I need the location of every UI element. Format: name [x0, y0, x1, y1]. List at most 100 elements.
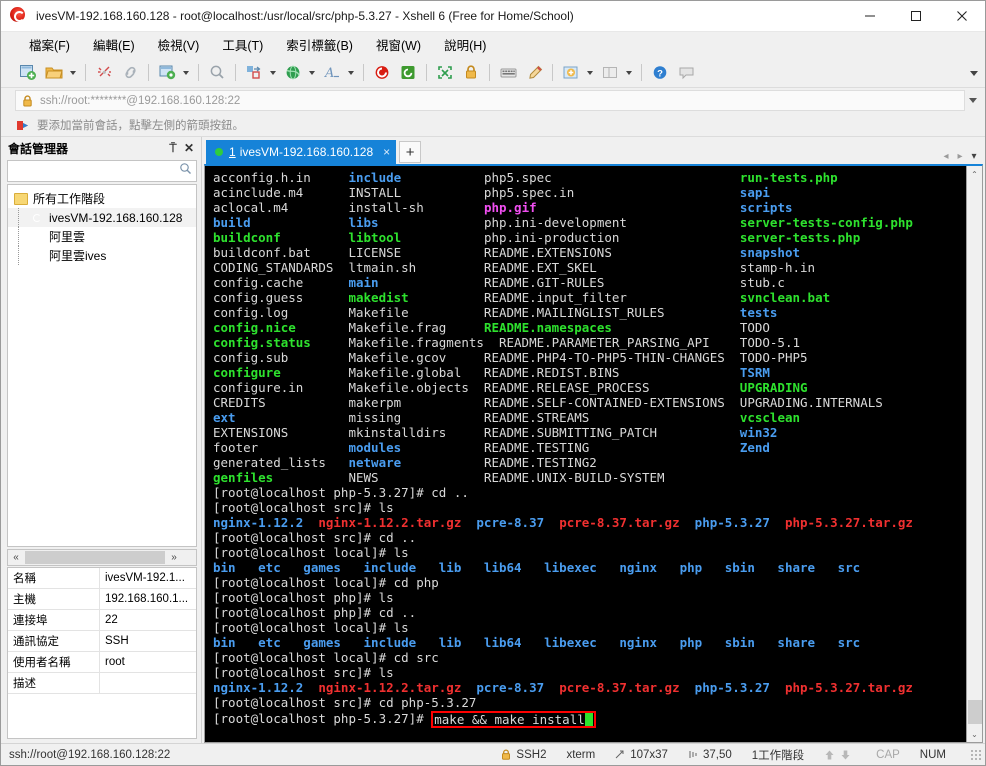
terminal-line: nginx-1.12.2 nginx-1.12.2.tar.gz pcre-8.… — [213, 515, 966, 530]
terminal-line: bin etc games include lib lib64 libexec … — [213, 560, 966, 575]
terminal-span: README.TESTING — [483, 440, 740, 455]
session-properties-icon[interactable] — [155, 61, 179, 85]
toolbar-separator — [426, 64, 427, 81]
session-search-input[interactable] — [7, 160, 197, 182]
toolbar-overflow-icon[interactable] — [967, 58, 981, 88]
sidebar-item-ivesvm[interactable]: ivesVM-192.168.160.128 — [8, 208, 196, 227]
session-tree[interactable]: 所有工作階段 ivesVM-192.168.160.128 阿里雲 阿里雲ive… — [7, 184, 197, 547]
terminal-span: nginx-1.12.2.tar.gz — [318, 515, 477, 530]
lock-icon — [22, 94, 33, 107]
keyboard-icon[interactable] — [496, 61, 520, 85]
terminal-command: make && make install — [434, 712, 585, 727]
link-icon[interactable] — [118, 61, 142, 85]
close-panel-icon[interactable]: ✕ — [181, 140, 197, 156]
property-key: 描述 — [8, 673, 100, 693]
menu-tabs[interactable]: 索引標籤(B) — [276, 32, 363, 57]
open-folder-icon[interactable] — [42, 61, 66, 85]
session-properties-dropdown-icon[interactable] — [180, 61, 191, 85]
toolbar-separator — [198, 64, 199, 81]
transfer-icon[interactable] — [242, 61, 266, 85]
command-annotation-box: make && make install — [431, 711, 596, 728]
tree-guide-line — [18, 227, 19, 246]
fullscreen-icon[interactable] — [433, 61, 457, 85]
scroll-up-icon[interactable]: ⌃ — [967, 166, 983, 182]
resize-grip-icon[interactable] — [970, 748, 982, 761]
tab-label: ivesVM-192.168.160.128 — [239, 145, 374, 159]
terminal-scrollbar[interactable]: ⌃ ⌄ — [966, 166, 982, 742]
terminal-span: genfiles — [213, 470, 349, 485]
terminal-span: php.ini-production — [483, 230, 740, 245]
pin-icon[interactable]: ⍑ — [165, 140, 181, 156]
scroll-left-icon[interactable]: « — [8, 550, 24, 565]
scrollbar-track[interactable] — [967, 182, 983, 726]
scroll-down-icon[interactable]: ⌄ — [967, 726, 983, 742]
tab-next-icon[interactable]: ▸ — [953, 151, 967, 162]
lock-icon[interactable] — [459, 61, 483, 85]
terminal-line: generated_lists netware README.TESTING2 — [213, 455, 966, 470]
scrollbar-thumb[interactable] — [967, 700, 982, 724]
tab-list-icon[interactable]: ▾ — [967, 151, 981, 162]
address-dropdown-icon[interactable] — [965, 90, 981, 111]
new-tab-button[interactable]: + — [399, 141, 422, 163]
new-session-icon[interactable] — [16, 61, 40, 85]
search-icon[interactable] — [205, 61, 229, 85]
help-icon[interactable]: ? — [648, 61, 672, 85]
sidebar-item-aliyun-ives[interactable]: 阿里雲ives — [8, 246, 196, 265]
terminal-span: config.log Makefile README.MAILINGLIST_R… — [213, 305, 740, 320]
toolbar-separator — [235, 64, 236, 81]
minimize-button[interactable] — [847, 1, 893, 32]
terminal-span: config.cache — [213, 275, 349, 290]
close-button[interactable] — [939, 1, 985, 32]
terminal-area: 1 ivesVM-192.168.160.128 × + ◂ ▸ ▾ accon… — [202, 137, 985, 743]
tab-ivesvm[interactable]: 1 ivesVM-192.168.160.128 × — [206, 140, 397, 164]
terminal-line: [root@localhost local]# cd src — [213, 650, 966, 665]
terminal-prompt-line[interactable]: [root@localhost php-5.3.27]# make && mak… — [213, 710, 966, 728]
maximize-button[interactable] — [893, 1, 939, 32]
font-dropdown-icon[interactable] — [345, 61, 356, 85]
terminal-span: php-5.3.27.tar.gz — [784, 680, 913, 695]
status-bar: ssh://root@192.168.160.128:22 SSH2 xterm… — [1, 743, 985, 765]
terminal-span: README.input_filter — [483, 290, 740, 305]
disconnect-icon[interactable] — [92, 61, 116, 85]
terminal-span: tests — [739, 305, 778, 320]
menu-view[interactable]: 檢視(V) — [148, 32, 210, 57]
tab-prev-icon[interactable]: ◂ — [939, 151, 953, 162]
status-cap-indicator: CAP — [876, 748, 900, 761]
add-tab-icon[interactable] — [559, 61, 583, 85]
globe-icon[interactable] — [281, 61, 305, 85]
font-icon[interactable]: A — [320, 61, 344, 85]
open-folder-dropdown-icon[interactable] — [67, 61, 78, 85]
terminal-line: buildconf libtool php.ini-production ser… — [213, 230, 966, 245]
layout-dropdown-icon[interactable] — [623, 61, 634, 85]
terminal-span: footer — [213, 440, 349, 455]
terminal-span: snapshot — [739, 245, 801, 260]
transfer-dropdown-icon[interactable] — [267, 61, 278, 85]
menu-tools[interactable]: 工具(T) — [212, 32, 273, 57]
terminal-span: [root@localhost local]# ls — [213, 545, 409, 560]
menu-edit[interactable]: 編輯(E) — [83, 32, 145, 57]
sidebar-item-aliyun[interactable]: 阿里雲 — [8, 227, 196, 246]
scroll-right-icon[interactable]: » — [166, 550, 182, 565]
xshell-icon[interactable] — [370, 61, 394, 85]
menu-help[interactable]: 說明(H) — [434, 32, 496, 57]
scrollbar-thumb[interactable] — [25, 551, 165, 564]
tab-navigation: ◂ ▸ ▾ — [939, 151, 985, 162]
menu-window[interactable]: 視窗(W) — [366, 32, 431, 57]
globe-dropdown-icon[interactable] — [306, 61, 317, 85]
terminal-span: TODO — [739, 320, 770, 335]
session-icon — [30, 249, 44, 262]
comment-icon[interactable] — [674, 61, 698, 85]
xftp-icon[interactable] — [396, 61, 420, 85]
terminal-output[interactable]: acconfig.h.in include php5.spec run-test… — [205, 166, 966, 742]
terminal-span: pcre-8.37.tar.gz — [559, 515, 695, 530]
sidebar-horizontal-scrollbar[interactable]: « » — [7, 549, 197, 566]
terminal-frame: acconfig.h.in include php5.spec run-test… — [204, 164, 983, 743]
highlight-pen-icon[interactable] — [522, 61, 546, 85]
tree-root-all-sessions[interactable]: 所有工作階段 — [8, 189, 196, 208]
address-input[interactable]: ssh://root:********@192.168.160.128:22 — [15, 90, 965, 111]
svg-text:?: ? — [657, 69, 663, 80]
layout-icon[interactable] — [598, 61, 622, 85]
add-tab-dropdown-icon[interactable] — [584, 61, 595, 85]
menu-file[interactable]: 檔案(F) — [19, 32, 80, 57]
tab-close-icon[interactable]: × — [383, 145, 390, 159]
